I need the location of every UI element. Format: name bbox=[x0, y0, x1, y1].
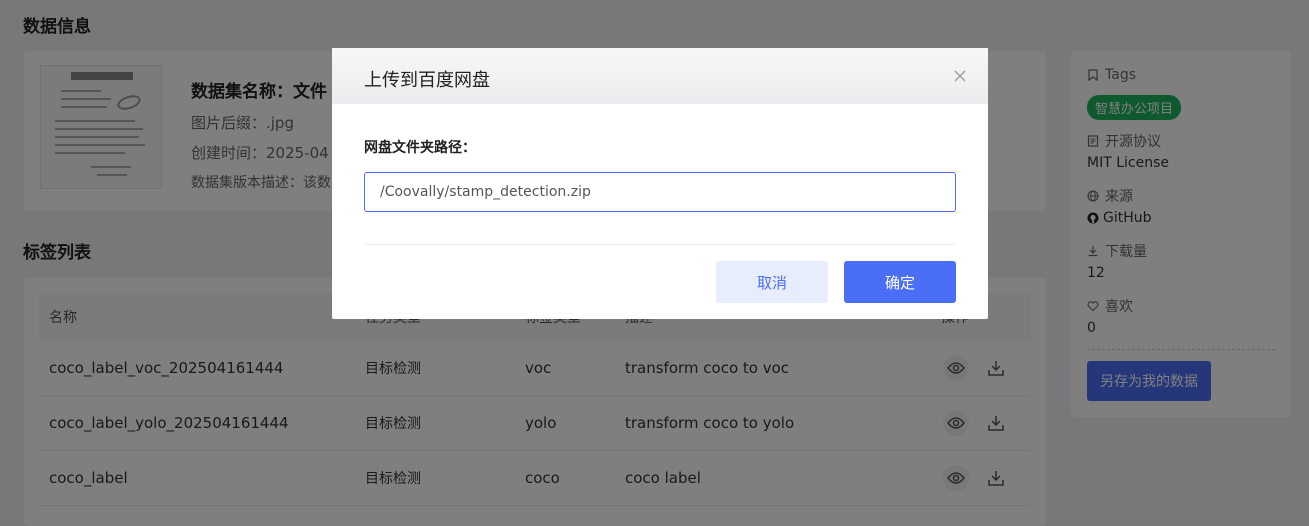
dialog-title: 上传到百度网盘 bbox=[364, 70, 490, 91]
confirm-button[interactable]: 确定 bbox=[844, 261, 956, 303]
folder-path-label: 网盘文件夹路径： bbox=[364, 140, 476, 156]
folder-path-input[interactable] bbox=[364, 172, 956, 212]
upload-baidu-dialog: 上传到百度网盘 网盘文件夹路径： 取消 确定 bbox=[332, 48, 988, 319]
close-icon[interactable] bbox=[952, 68, 968, 84]
dialog-header: 上传到百度网盘 bbox=[332, 48, 988, 104]
dialog-divider bbox=[364, 244, 956, 245]
cancel-button[interactable]: 取消 bbox=[716, 261, 828, 303]
